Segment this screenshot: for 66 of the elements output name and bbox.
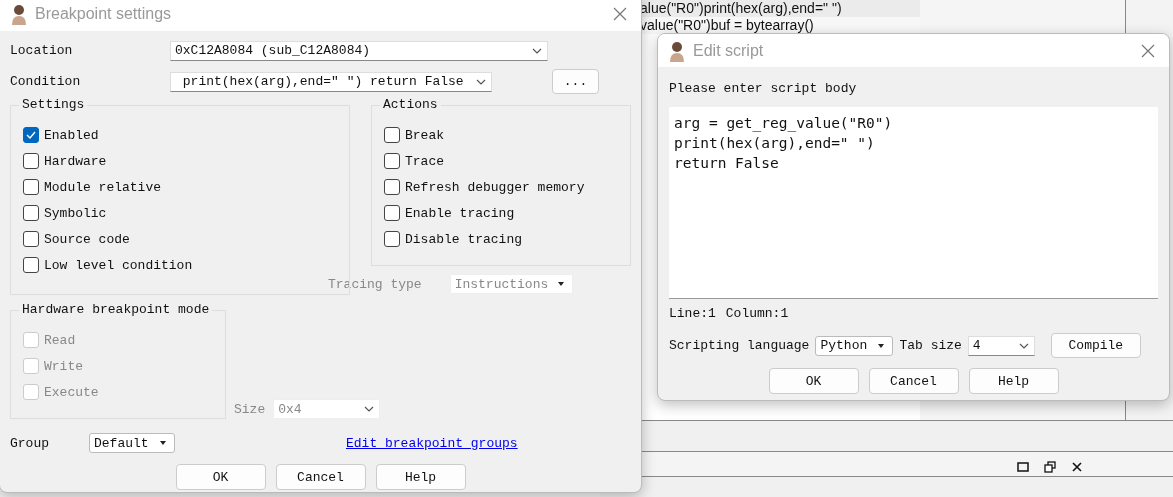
checkbox[interactable]	[23, 179, 39, 195]
checkbox-label: Module relative	[44, 179, 162, 195]
code-line: return False	[674, 154, 780, 173]
checkbox[interactable]	[384, 153, 400, 169]
checkbox-label: Low level condition	[44, 257, 193, 273]
checkbox[interactable]	[23, 153, 39, 169]
dialog-button[interactable]: OK	[768, 368, 859, 394]
location-dropdown[interactable]: 0xC12A8084 (sub_C12A8084)	[170, 40, 548, 61]
checkbox[interactable]	[23, 205, 39, 221]
condition-dropdown[interactable]: print(hex(arg),end=″ ″) return False	[170, 71, 492, 92]
field-label: Scripting language	[669, 338, 810, 353]
checkbox-label: Enabled	[44, 127, 99, 143]
window-title: Edit script	[693, 41, 765, 60]
field-label: Tracing type	[328, 276, 422, 292]
window-title: Breakpoint settings	[35, 5, 173, 23]
status-text: Column:1	[725, 306, 789, 322]
chevron-down-icon	[363, 404, 376, 414]
checkbox[interactable]	[384, 205, 400, 221]
compile-button[interactable]: Compile	[1050, 333, 1141, 358]
edit-groups-link[interactable]: Edit breakpoint groups	[346, 435, 518, 451]
checkbox-label: Source code	[44, 231, 130, 247]
checkbox[interactable]	[23, 257, 39, 273]
person-icon	[9, 3, 29, 25]
code-line: arg = get_reg_value("R0")	[674, 114, 894, 133]
close-icon	[613, 7, 627, 21]
field-label: Location	[10, 43, 74, 58]
prompt-label: Please enter script body	[669, 81, 858, 98]
field-label: Size	[234, 401, 266, 417]
checkbox-label: Disable tracing	[405, 231, 523, 247]
status-text: Line:1	[669, 306, 716, 322]
dialog-button[interactable]: Help	[375, 464, 466, 490]
script-editor[interactable]: arg = get_reg_value("R0") print(hex(arg),end=" ") return False	[669, 107, 1158, 299]
code-line: print(hex(arg),end=" ")	[674, 134, 876, 153]
dialog-button[interactable]: OK	[175, 464, 266, 490]
field-label: Tab size	[899, 338, 962, 353]
checkbox-label: Read	[44, 332, 76, 348]
checkbox-label: Symbolic	[44, 205, 107, 221]
group-title: Settings	[19, 97, 88, 112]
checkbox[interactable]	[384, 127, 400, 143]
checkbox-label: Trace	[405, 153, 444, 169]
close-icon	[1141, 43, 1155, 58]
maximize-icon	[1017, 461, 1029, 473]
field-label: Group	[10, 435, 50, 451]
person-icon	[667, 39, 687, 62]
group-title: Hardware breakpoint mode	[19, 302, 213, 317]
checkbox-label: Refresh debugger memory	[405, 179, 585, 195]
checkbox-label: Enable tracing	[405, 205, 515, 221]
checkbox[interactable]	[23, 127, 39, 143]
tab-size-dropdown[interactable]: 4	[967, 335, 1035, 356]
language-dropdown[interactable]: Python	[815, 335, 894, 356]
field-label: Condition	[10, 74, 82, 89]
restore-icon	[1044, 461, 1056, 473]
checkbox[interactable]	[23, 231, 39, 247]
checkbox-label: Write	[44, 358, 83, 374]
checkbox[interactable]	[384, 231, 400, 247]
check-icon	[25, 129, 37, 141]
dialog-button[interactable]: Help	[968, 368, 1059, 394]
checkbox-label: Hardware	[44, 153, 107, 169]
checkbox[interactable]	[384, 179, 400, 195]
checkbox-label: Break	[405, 127, 444, 143]
group-dropdown[interactable]: Default	[89, 433, 175, 453]
more-button[interactable]: ...	[552, 69, 599, 94]
close-icon	[1071, 461, 1083, 473]
dialog-button[interactable]: Cancel	[275, 464, 366, 490]
dialog-button[interactable]: Cancel	[868, 368, 959, 394]
checkbox-label: Execute	[44, 384, 99, 400]
